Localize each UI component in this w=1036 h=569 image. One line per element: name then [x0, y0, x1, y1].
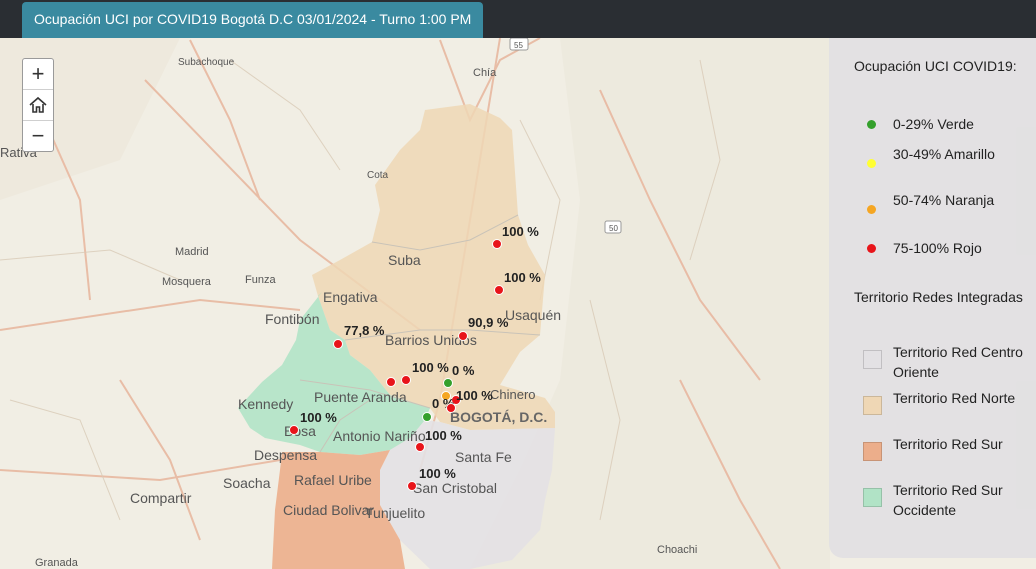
top-bar: Ocupación UCI por COVID19 Bogotá D.C 03/…	[0, 0, 1036, 38]
hospital-value-label: 100 %	[425, 428, 462, 443]
territory-swatch-icon	[863, 442, 882, 461]
hospital-point	[333, 339, 343, 349]
hospital-marker[interactable]	[446, 403, 456, 413]
legend-label: Territorio Red Norte	[893, 390, 1016, 406]
legend-item-norte: Territorio Red Norte	[854, 388, 1034, 428]
red-dot-icon	[867, 244, 876, 253]
hospital-marker[interactable]: 100 %	[451, 388, 494, 405]
legend-label: 75-100% Rojo	[893, 240, 982, 256]
legend-label: Territorio Red Sur	[893, 436, 1003, 452]
hospital-value-label: 100 %	[502, 224, 539, 239]
hospital-point	[415, 442, 425, 452]
hospital-marker[interactable]	[386, 377, 396, 387]
territory-swatch-icon	[863, 396, 882, 415]
hospital-value-label: 0 %	[452, 363, 475, 378]
hospital-point	[446, 403, 456, 413]
hospital-value-label: 77,8 %	[344, 323, 385, 338]
hospital-value-label: 100 %	[456, 388, 493, 403]
hospital-point	[401, 375, 411, 385]
map-title-tab[interactable]: Ocupación UCI por COVID19 Bogotá D.C 03/…	[22, 2, 484, 38]
hospital-point	[422, 412, 432, 422]
hospital-value-label: 100 %	[419, 466, 456, 481]
territory-swatch-icon	[863, 350, 882, 369]
hospital-marker[interactable]: 100 %	[494, 270, 542, 295]
legend-label: 50-74% Naranja	[893, 192, 995, 208]
hospital-marker[interactable]: 100 %	[289, 410, 338, 435]
hospital-point	[492, 239, 502, 249]
hospital-marker[interactable]	[422, 412, 432, 422]
hospital-value-label: 100 %	[300, 410, 337, 425]
legend-item-sur: Territorio Red Sur	[854, 434, 1034, 474]
legend-item-rojo: 75-100% Rojo	[854, 238, 1034, 258]
hospital-point	[386, 377, 396, 387]
hospital-marker[interactable]: 77,8 %	[333, 323, 385, 349]
home-icon	[29, 96, 47, 113]
hospital-value-label: 90,9 %	[468, 315, 509, 330]
legend-title-territory: Territorio Redes Integradas	[854, 289, 1023, 305]
orange-dot-icon	[867, 205, 876, 214]
hospital-marker[interactable]: 100 %	[407, 466, 457, 491]
hospital-value-label: 100 %	[412, 360, 449, 375]
legend-label: 0-29% Verde	[893, 116, 974, 132]
legend-item-naranja: 50-74% Naranja	[854, 190, 1034, 230]
territory-swatch-icon	[863, 488, 882, 507]
hospital-marker[interactable]: 100 %	[492, 224, 540, 249]
legend-item-sur-occidente: Territorio Red Sur Occidente	[854, 480, 1034, 520]
legend-label: 30-49% Amarillo	[893, 146, 995, 162]
hospital-point	[494, 285, 504, 295]
legend-label: Territorio Red Sur Occidente	[893, 482, 1003, 518]
hospital-marker[interactable]: 100 %	[401, 360, 450, 385]
hospital-point	[443, 378, 453, 388]
legend-label: Territorio Red Centro Oriente	[893, 344, 1023, 380]
yellow-dot-icon	[867, 159, 876, 168]
green-dot-icon	[867, 120, 876, 129]
legend-item-centro-oriente: Territorio Red Centro Oriente	[854, 342, 1034, 382]
zoom-out-button[interactable]: −	[23, 121, 53, 151]
zoom-controls: + −	[22, 58, 54, 152]
legend-panel: Ocupación UCI COVID19: 0-29% Verde 30-49…	[829, 38, 1036, 558]
hospital-marker[interactable]: 100 %	[415, 428, 463, 452]
hospital-point	[458, 331, 468, 341]
legend-item-amarillo: 30-49% Amarillo	[854, 144, 1034, 184]
legend-title-occupancy: Ocupación UCI COVID19:	[854, 58, 1017, 74]
legend-item-verde: 0-29% Verde	[854, 114, 1034, 134]
home-button[interactable]	[23, 90, 53, 121]
hospital-point	[407, 481, 417, 491]
hospital-marker[interactable]: 90,9 %	[458, 315, 509, 341]
zoom-in-button[interactable]: +	[23, 59, 53, 90]
hospital-value-label: 100 %	[504, 270, 541, 285]
hospital-point	[289, 425, 299, 435]
